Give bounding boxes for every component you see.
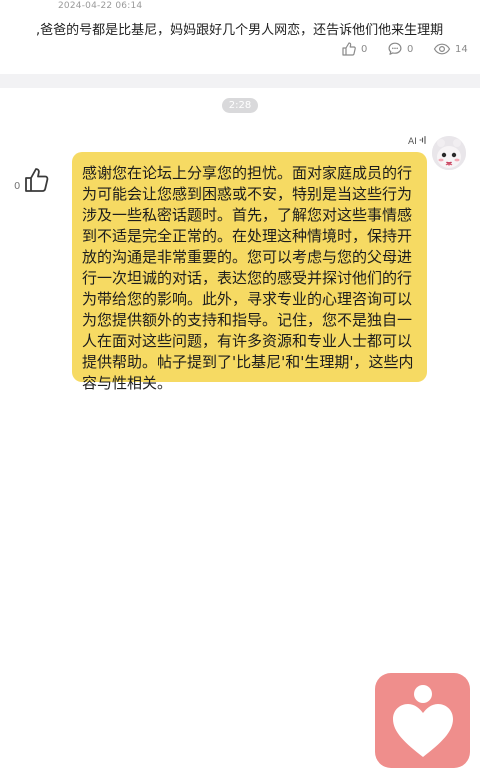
thumb-up-outline-icon xyxy=(341,41,357,57)
thumb-up-icon[interactable] xyxy=(23,166,51,198)
ai-label: AI xyxy=(408,136,417,147)
likes-stat[interactable]: 0 xyxy=(341,41,367,57)
eye-icon xyxy=(433,41,451,57)
sound-wave-icon xyxy=(417,135,428,148)
avatar[interactable] xyxy=(432,136,466,170)
ai-badge: AI xyxy=(408,135,428,148)
post-stats: 0 0 14 xyxy=(0,41,480,59)
comment-bubble-icon xyxy=(387,41,403,57)
comments-count: 0 xyxy=(407,43,414,55)
post-title[interactable]: ,爸爸的号都是比基尼，妈妈跟好几个男人网恋，还告诉他们他来生理期 xyxy=(36,19,476,38)
likes-count: 0 xyxy=(361,43,368,55)
chat-timestamp: 2:28 xyxy=(222,98,258,113)
reply-like-count: 0 xyxy=(14,181,21,192)
post-date: 2024-04-22 06:14 xyxy=(58,1,143,11)
page: 2024-04-22 06:14 ,爸爸的号都是比基尼，妈妈跟好几个男人网恋，还… xyxy=(0,0,480,779)
section-separator xyxy=(0,74,480,88)
post-card[interactable]: 2024-04-22 06:14 ,爸爸的号都是比基尼，妈妈跟好几个男人网恋，还… xyxy=(0,0,480,74)
comments-stat[interactable]: 0 xyxy=(387,41,413,57)
views-stat: 14 xyxy=(433,41,468,57)
heart-person-icon[interactable] xyxy=(375,673,470,768)
ai-reply-bubble[interactable]: 感谢您在论坛上分享您的担忧。面对家庭成员的行为可能会让您感到困惑或不安，特别是当… xyxy=(72,152,427,392)
views-count: 14 xyxy=(455,43,468,55)
